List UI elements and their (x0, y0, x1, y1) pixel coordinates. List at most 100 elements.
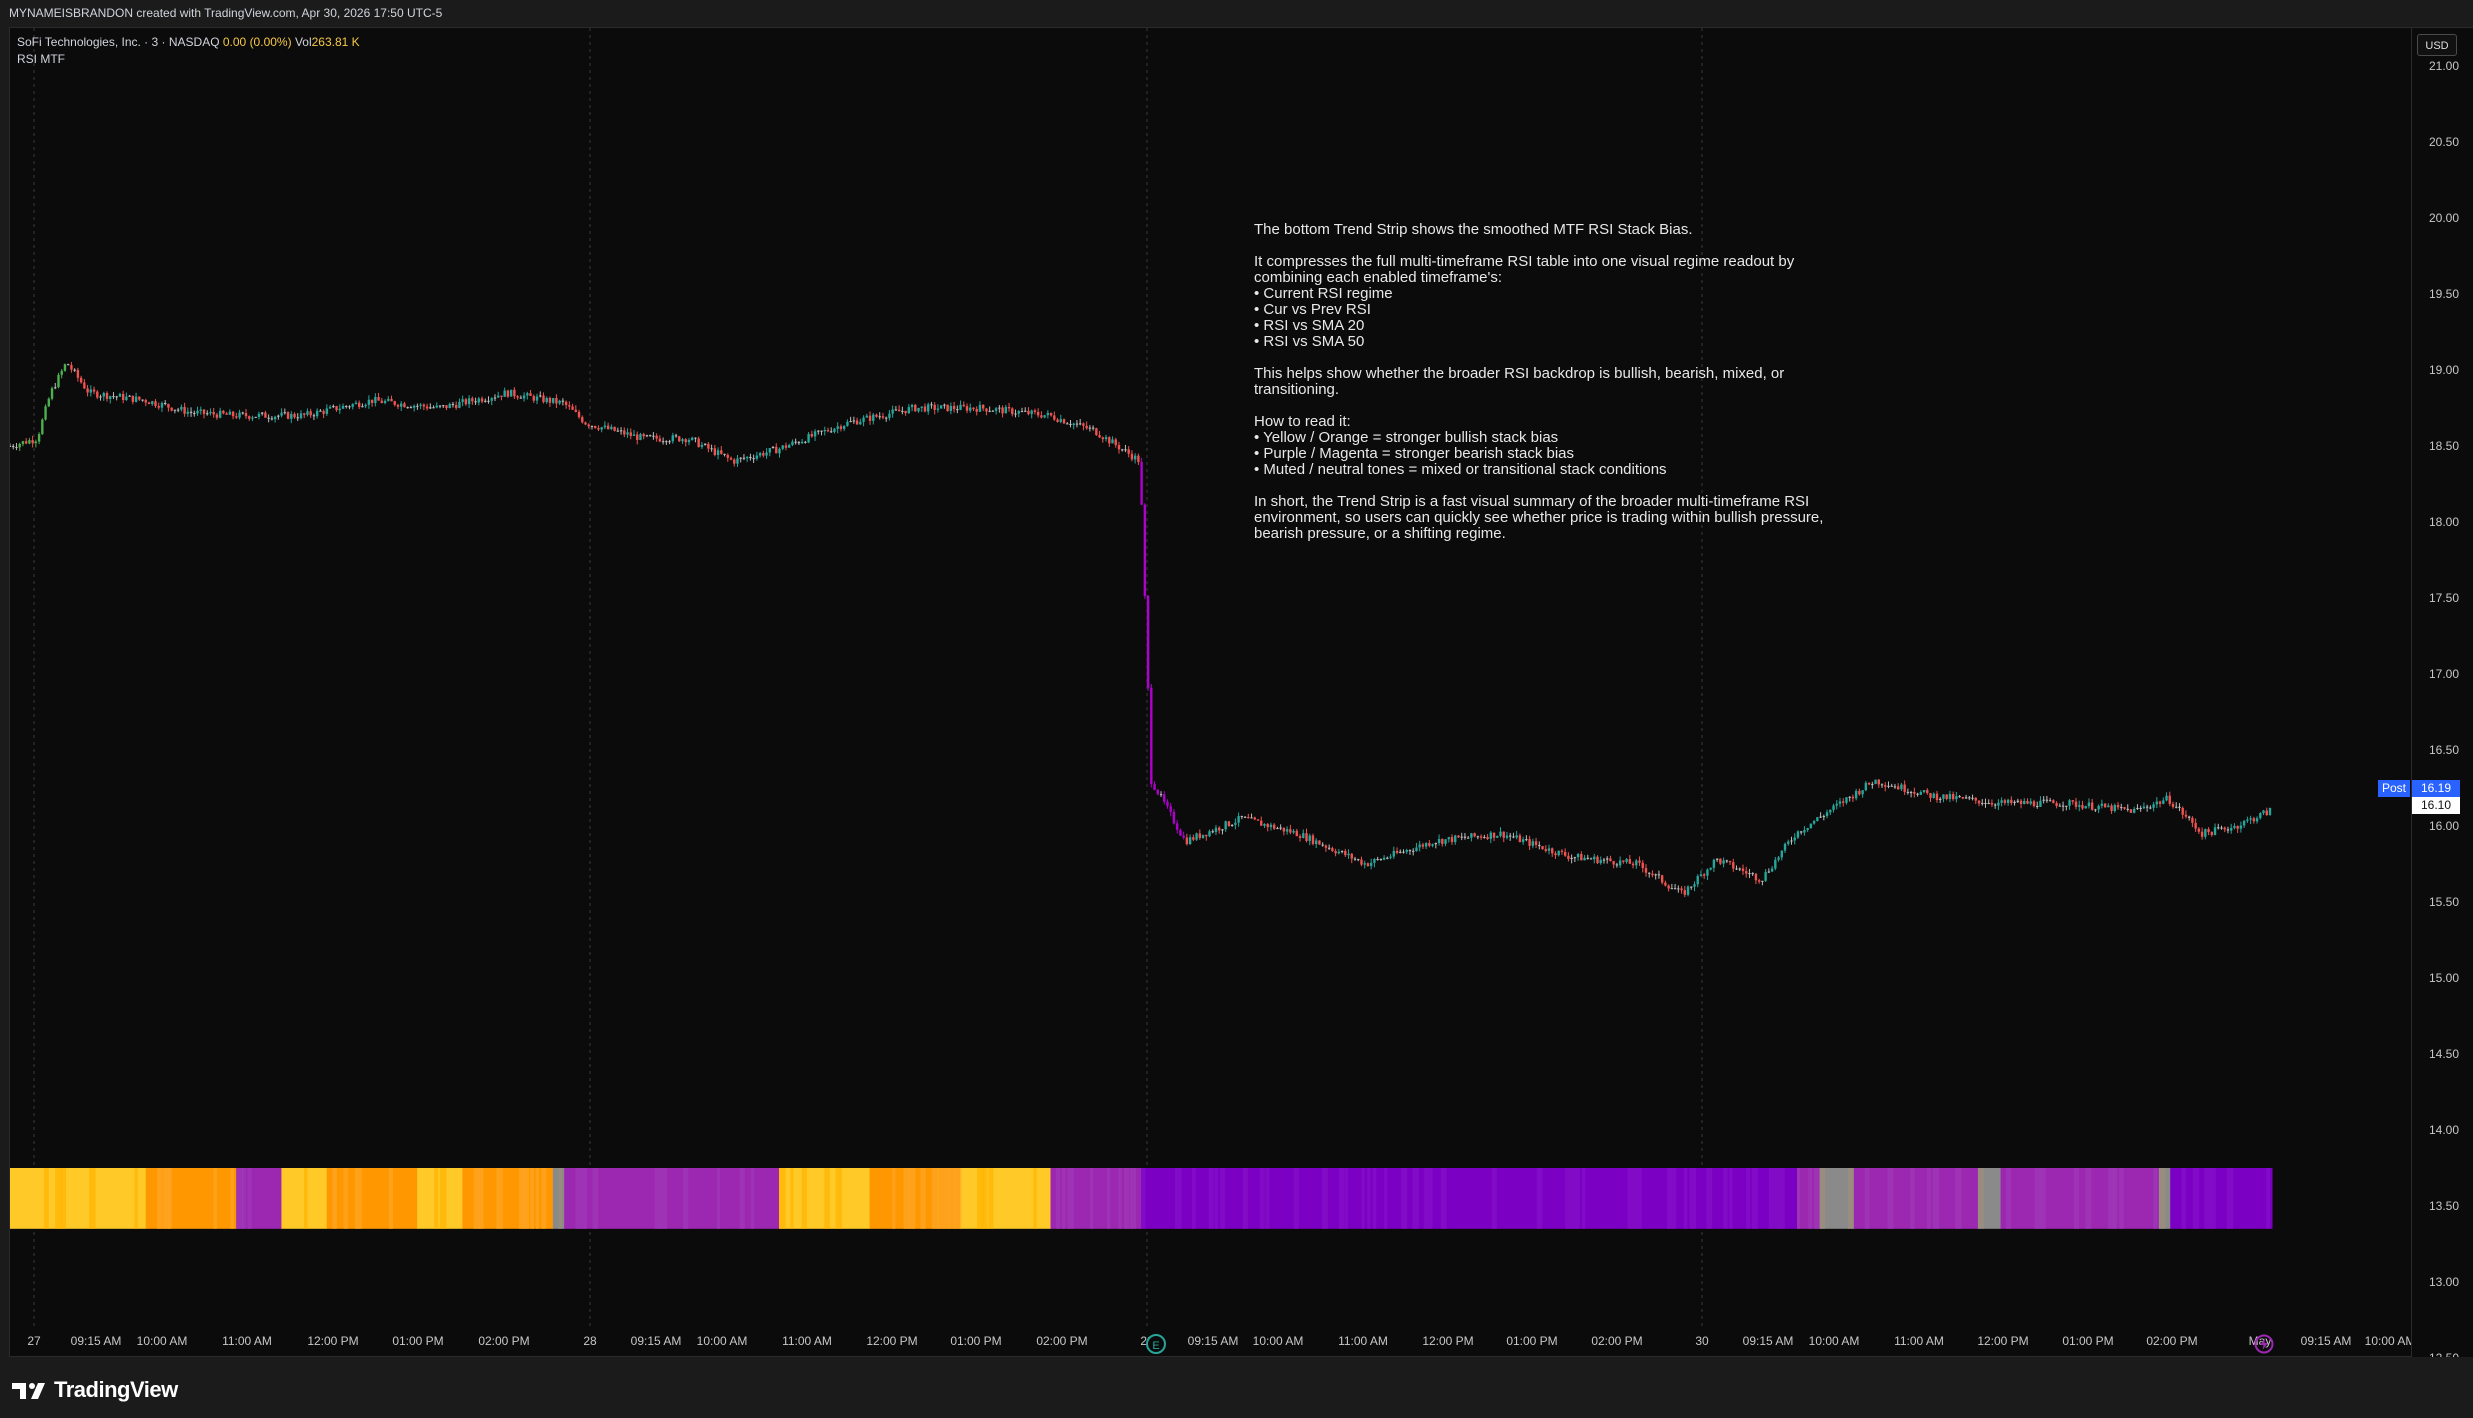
candle (849, 421, 852, 423)
candle (1179, 829, 1182, 836)
candle (257, 413, 261, 417)
candle (1673, 888, 1677, 890)
candle (1185, 837, 1189, 845)
candle (364, 404, 367, 407)
candle (1327, 847, 1331, 849)
candle (1984, 803, 1987, 805)
candle (2048, 800, 2052, 802)
candle (1677, 888, 1680, 890)
candle (412, 405, 416, 408)
candle (79, 377, 83, 383)
candle (1609, 858, 1612, 862)
candle (1082, 423, 1085, 426)
candle (1269, 824, 1273, 828)
candle (1260, 820, 1263, 826)
candle (264, 412, 267, 418)
candle (296, 417, 299, 419)
candle (681, 439, 684, 442)
candle (1163, 794, 1166, 802)
candle (897, 409, 901, 412)
trend-strip-texture (1265, 1168, 1270, 1229)
candle (1803, 829, 1806, 833)
candle (571, 406, 574, 410)
candle (581, 417, 584, 423)
candle (199, 409, 202, 411)
candle (1298, 836, 1302, 838)
earnings-marker[interactable]: E (1146, 1334, 1166, 1354)
candle (590, 425, 594, 427)
candle (1586, 857, 1589, 859)
candle (2249, 818, 2252, 820)
candle (341, 405, 345, 409)
candle (2255, 818, 2259, 822)
candle (2178, 806, 2181, 808)
candle (1903, 784, 1906, 792)
time-tick: 02:00 PM (1036, 1334, 1088, 1348)
trend-strip-texture (2006, 1168, 2012, 1229)
candle (855, 420, 859, 425)
price-tick: 16.00 (2428, 819, 2459, 833)
candle (1761, 880, 1764, 882)
candle (1098, 435, 1101, 438)
candle (1693, 884, 1696, 887)
candle (1418, 844, 1421, 848)
lightning-icon[interactable] (2254, 1334, 2274, 1354)
candle (1466, 837, 1470, 839)
currency-button[interactable]: USD (2417, 34, 2457, 56)
candle (1483, 836, 1486, 838)
price-plot[interactable] (10, 28, 2412, 1357)
candle (2213, 827, 2217, 836)
candle (335, 406, 338, 411)
candle (2149, 807, 2152, 809)
candle (2197, 828, 2201, 832)
candle (99, 396, 102, 398)
candle (503, 390, 506, 397)
candle (157, 406, 160, 408)
tradingview-logo[interactable]: TradingView (12, 1377, 178, 1403)
candle (632, 434, 636, 436)
candle (1308, 835, 1311, 841)
trend-strip-texture (134, 1168, 138, 1229)
candle (577, 411, 581, 418)
candle (338, 408, 341, 411)
candle (50, 388, 54, 399)
candle (1887, 785, 1890, 787)
candle (1457, 835, 1460, 838)
candle (2094, 809, 2097, 811)
time-tick: 01:00 PM (1506, 1334, 1558, 1348)
candle (60, 370, 63, 375)
candle (1987, 802, 1990, 804)
trend-strip-texture (1141, 1168, 1146, 1229)
indicator-legend[interactable]: RSI MTF (17, 52, 65, 66)
candle (1725, 860, 1729, 862)
symbol-legend[interactable]: SoFi Technologies, Inc. · 3 · NASDAQ 0.0… (17, 35, 360, 49)
candle (1512, 836, 1515, 838)
candle (1302, 833, 1305, 838)
candle (1964, 797, 1968, 799)
candle (2026, 800, 2029, 804)
candle (1088, 427, 1092, 429)
candle (1867, 782, 1871, 785)
symbol-name[interactable]: SoFi Technologies, Inc. · 3 · NASDAQ (17, 35, 220, 49)
candle (1958, 796, 1961, 798)
candle (212, 411, 215, 415)
candle (1395, 850, 1399, 853)
trend-strip-texture (1491, 1168, 1497, 1229)
candle (1648, 872, 1651, 874)
candle (1460, 836, 1463, 838)
trend-strip-texture (241, 1168, 246, 1229)
candle (1279, 827, 1282, 829)
trend-strip-texture (479, 1168, 484, 1229)
price-change: 0.00 (0.00%) (222, 35, 292, 49)
candle (1101, 437, 1105, 440)
candle (1095, 428, 1098, 436)
candle (927, 404, 930, 412)
trend-strip-texture (1208, 1168, 1214, 1229)
price-scale[interactable]: 21.00 20.50 20.00 19.50 19.00 18.50 18.00 17.50… (2412, 27, 2473, 1365)
candle (1250, 817, 1253, 819)
time-tick: 02:00 PM (1591, 1334, 1643, 1348)
candle (238, 412, 241, 418)
candle (2162, 800, 2165, 804)
chart-pane[interactable]: SoFi Technologies, Inc. · 3 · NASDAQ 0.0… (9, 27, 2412, 1357)
candle (1415, 847, 1418, 852)
